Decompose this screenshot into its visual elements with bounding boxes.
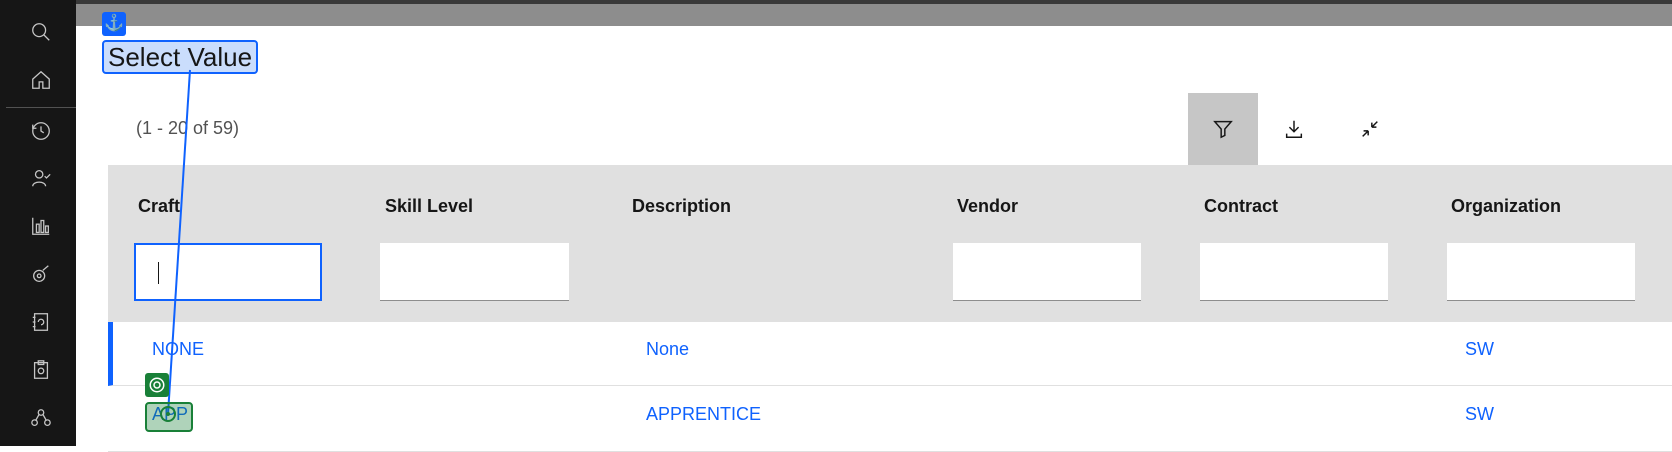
history-icon[interactable] xyxy=(20,113,62,149)
cell-organization: SW xyxy=(1465,339,1494,359)
column-header-craft[interactable]: Craft xyxy=(138,196,180,217)
rail-divider xyxy=(6,107,76,108)
chart-icon[interactable] xyxy=(20,208,62,244)
cell-description: None xyxy=(646,339,690,359)
filter-button[interactable] xyxy=(1188,93,1258,165)
craft-filter-input[interactable] xyxy=(134,243,322,301)
asset-icon[interactable] xyxy=(20,256,62,292)
table-row[interactable] xyxy=(108,387,1672,452)
vendor-filter-input[interactable] xyxy=(953,243,1141,301)
target-highlight xyxy=(145,402,193,432)
anchor-icon: ⚓ xyxy=(102,12,126,36)
record-count: (1 - 20 of 59) xyxy=(136,118,240,138)
organization-filter-input[interactable] xyxy=(1447,243,1635,301)
dialog-title: Select Value xyxy=(102,40,259,74)
overlay-backdrop-bar xyxy=(76,0,1672,26)
collapse-button[interactable] xyxy=(1334,93,1406,165)
target-icon xyxy=(145,373,169,397)
contract-filter-input[interactable] xyxy=(1200,243,1388,301)
network-icon[interactable] xyxy=(20,400,62,436)
collapse-icon xyxy=(1362,121,1378,137)
side-nav-rail xyxy=(0,0,76,446)
column-header-vendor[interactable]: Vendor xyxy=(957,196,1018,217)
workorder-icon[interactable] xyxy=(20,304,62,340)
table-header xyxy=(108,165,1672,322)
cell-organization: SW xyxy=(1465,404,1494,424)
table-row[interactable] xyxy=(108,322,1672,386)
download-icon xyxy=(1285,120,1303,138)
download-button[interactable] xyxy=(1258,93,1330,165)
user-check-icon[interactable] xyxy=(20,160,62,196)
text-caret xyxy=(158,262,159,284)
clipboard-icon[interactable] xyxy=(20,352,62,388)
home-icon[interactable] xyxy=(20,62,62,98)
skill-level-filter-input[interactable] xyxy=(380,243,569,301)
filter-icon xyxy=(1213,120,1233,139)
column-header-skill-level[interactable]: Skill Level xyxy=(385,196,473,217)
column-header-contract[interactable]: Contract xyxy=(1204,196,1278,217)
cell-description: APPRENTICE xyxy=(646,404,762,424)
column-header-description[interactable]: Description xyxy=(632,196,731,217)
cell-craft[interactable]: NONE xyxy=(152,339,204,360)
search-icon[interactable] xyxy=(20,14,62,50)
column-header-organization[interactable]: Organization xyxy=(1451,196,1561,217)
